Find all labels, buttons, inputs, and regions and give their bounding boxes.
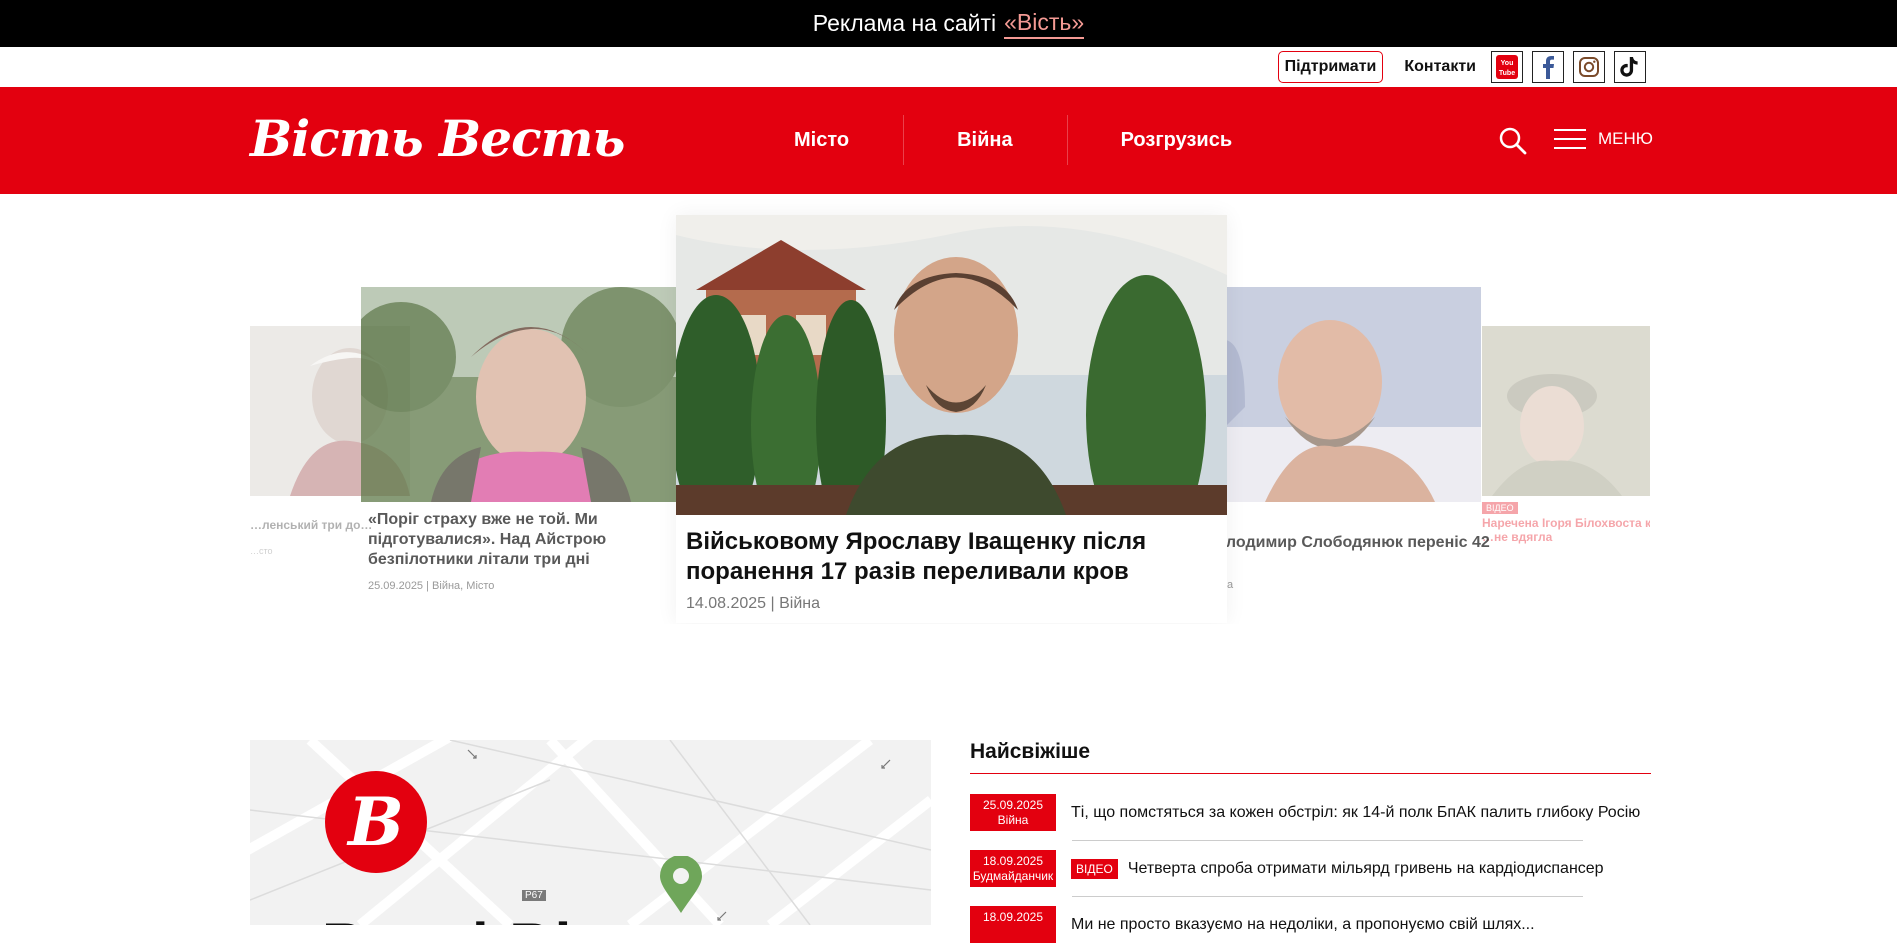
news-date-badge: 18.09.2025 Будмайданчик	[970, 850, 1056, 887]
youtube-icon[interactable]: You Tube	[1491, 51, 1523, 83]
main-nav: Місто Війна Розгрузись	[740, 87, 1286, 194]
latest-news: Найсвіжіше 25.09.2025 Війна Ті, що помст…	[970, 740, 1651, 943]
news-item[interactable]: 25.09.2025 Війна Ті, що помстяться за ко…	[970, 794, 1651, 841]
slide-image	[1482, 326, 1650, 496]
svg-text:You: You	[1501, 60, 1514, 67]
news-headline: Четверта спроба отримати мільярд гривень…	[1127, 859, 1604, 877]
contacts-link[interactable]: Контакти	[1404, 58, 1476, 76]
slide-date: 25.09.2025	[368, 580, 424, 592]
map-big-text: Вості Вість	[322, 910, 679, 925]
news-category: Війна	[997, 813, 1029, 827]
site-logo[interactable]: Вість Весть	[250, 109, 625, 168]
divider	[1072, 840, 1583, 841]
svg-text:Tube: Tube	[1499, 70, 1515, 77]
news-date: 18.09.2025	[982, 910, 1044, 924]
slide-image	[1205, 287, 1481, 502]
news-headline: Ті, що помстяться за кожен обстріл: як 1…	[1071, 803, 1641, 821]
ad-banner-text: Реклама на сайті	[812, 10, 997, 36]
slide-title: «Поріг страху вже не той. Ми підготували…	[368, 511, 607, 568]
slide-meta: 25.09.2025 | Війна, Місто	[368, 580, 495, 592]
hamburger-icon	[1554, 129, 1586, 149]
utility-bar: Підтримати Контакти You Tube	[0, 47, 1897, 87]
nav-item-misto[interactable]: Місто	[740, 129, 903, 152]
search-icon[interactable]	[1498, 126, 1528, 156]
slide-meta: Війна	[1205, 579, 1481, 591]
slide-categories: Війна, Місто	[432, 580, 495, 592]
featured-carousel: …ленський три до… …сто «Поріг страху вже…	[250, 194, 1650, 624]
tiktok-icon[interactable]	[1614, 51, 1646, 83]
slide-image	[361, 287, 677, 502]
ad-banner: Реклама на сайті «Вість»	[0, 0, 1897, 47]
facebook-icon[interactable]	[1532, 51, 1564, 83]
divider	[1072, 896, 1583, 897]
slide-subtitle: …не вдягла	[1482, 530, 1553, 544]
news-category: Будмайданчик	[972, 869, 1054, 883]
slide-date: 14.08.2025	[686, 595, 767, 612]
nav-item-rozgruzys[interactable]: Розгрузись	[1066, 115, 1287, 165]
news-date: 25.09.2025	[982, 798, 1044, 812]
map-logo: В	[325, 771, 427, 873]
latest-news-title: Найсвіжіше	[970, 740, 1651, 774]
slide-category: Війна	[779, 595, 821, 612]
news-date-badge: 25.09.2025 Війна	[970, 794, 1056, 831]
slide-meta: 14.08.2025 | Війна	[686, 595, 821, 612]
carousel-slide-left[interactable]: «Поріг страху вже не той. Ми підготували…	[361, 287, 691, 592]
slide-video-badge: ВІДЕО	[1482, 502, 1518, 514]
carousel-slide-center[interactable]: Військовому Ярославу Іващенку після пора…	[676, 215, 1227, 623]
news-item[interactable]: 18.09.2025 Будмайданчик ВІДЕО Четверта с…	[970, 850, 1651, 897]
slide-title: Військовому Ярославу Іващенку після пора…	[686, 528, 1147, 585]
map-pin-icon	[660, 856, 702, 913]
menu-button[interactable]: МЕНЮ	[1554, 129, 1653, 149]
support-button[interactable]: Підтримати	[1277, 51, 1384, 83]
instagram-icon[interactable]	[1573, 51, 1605, 83]
carousel-slide-far-right[interactable]: ВІДЕО Наречена Ігоря Білохвоста купила б…	[1482, 326, 1650, 544]
slide-image	[676, 215, 1227, 515]
map-block[interactable]: В Р67 Вості Вість	[250, 740, 931, 925]
site-header: Вість Весть Місто Війна Розгрузись МЕНЮ	[0, 87, 1897, 194]
news-date: 18.09.2025	[982, 854, 1044, 868]
video-badge: ВІДЕО	[1071, 858, 1118, 879]
slide-title: Володимир Слободянюк переніс 42	[1205, 534, 1490, 551]
ad-banner-link[interactable]: «Вість»	[1004, 9, 1085, 39]
nav-item-viyna[interactable]: Війна	[903, 115, 1067, 165]
carousel-slide-right[interactable]: Володимир Слободянюк переніс 42 Війна	[1205, 287, 1490, 591]
slide-title: Наречена Ігоря Білохвоста купила б…	[1482, 516, 1650, 530]
road-label: Р67	[522, 890, 546, 901]
menu-label: МЕНЮ	[1598, 129, 1653, 148]
